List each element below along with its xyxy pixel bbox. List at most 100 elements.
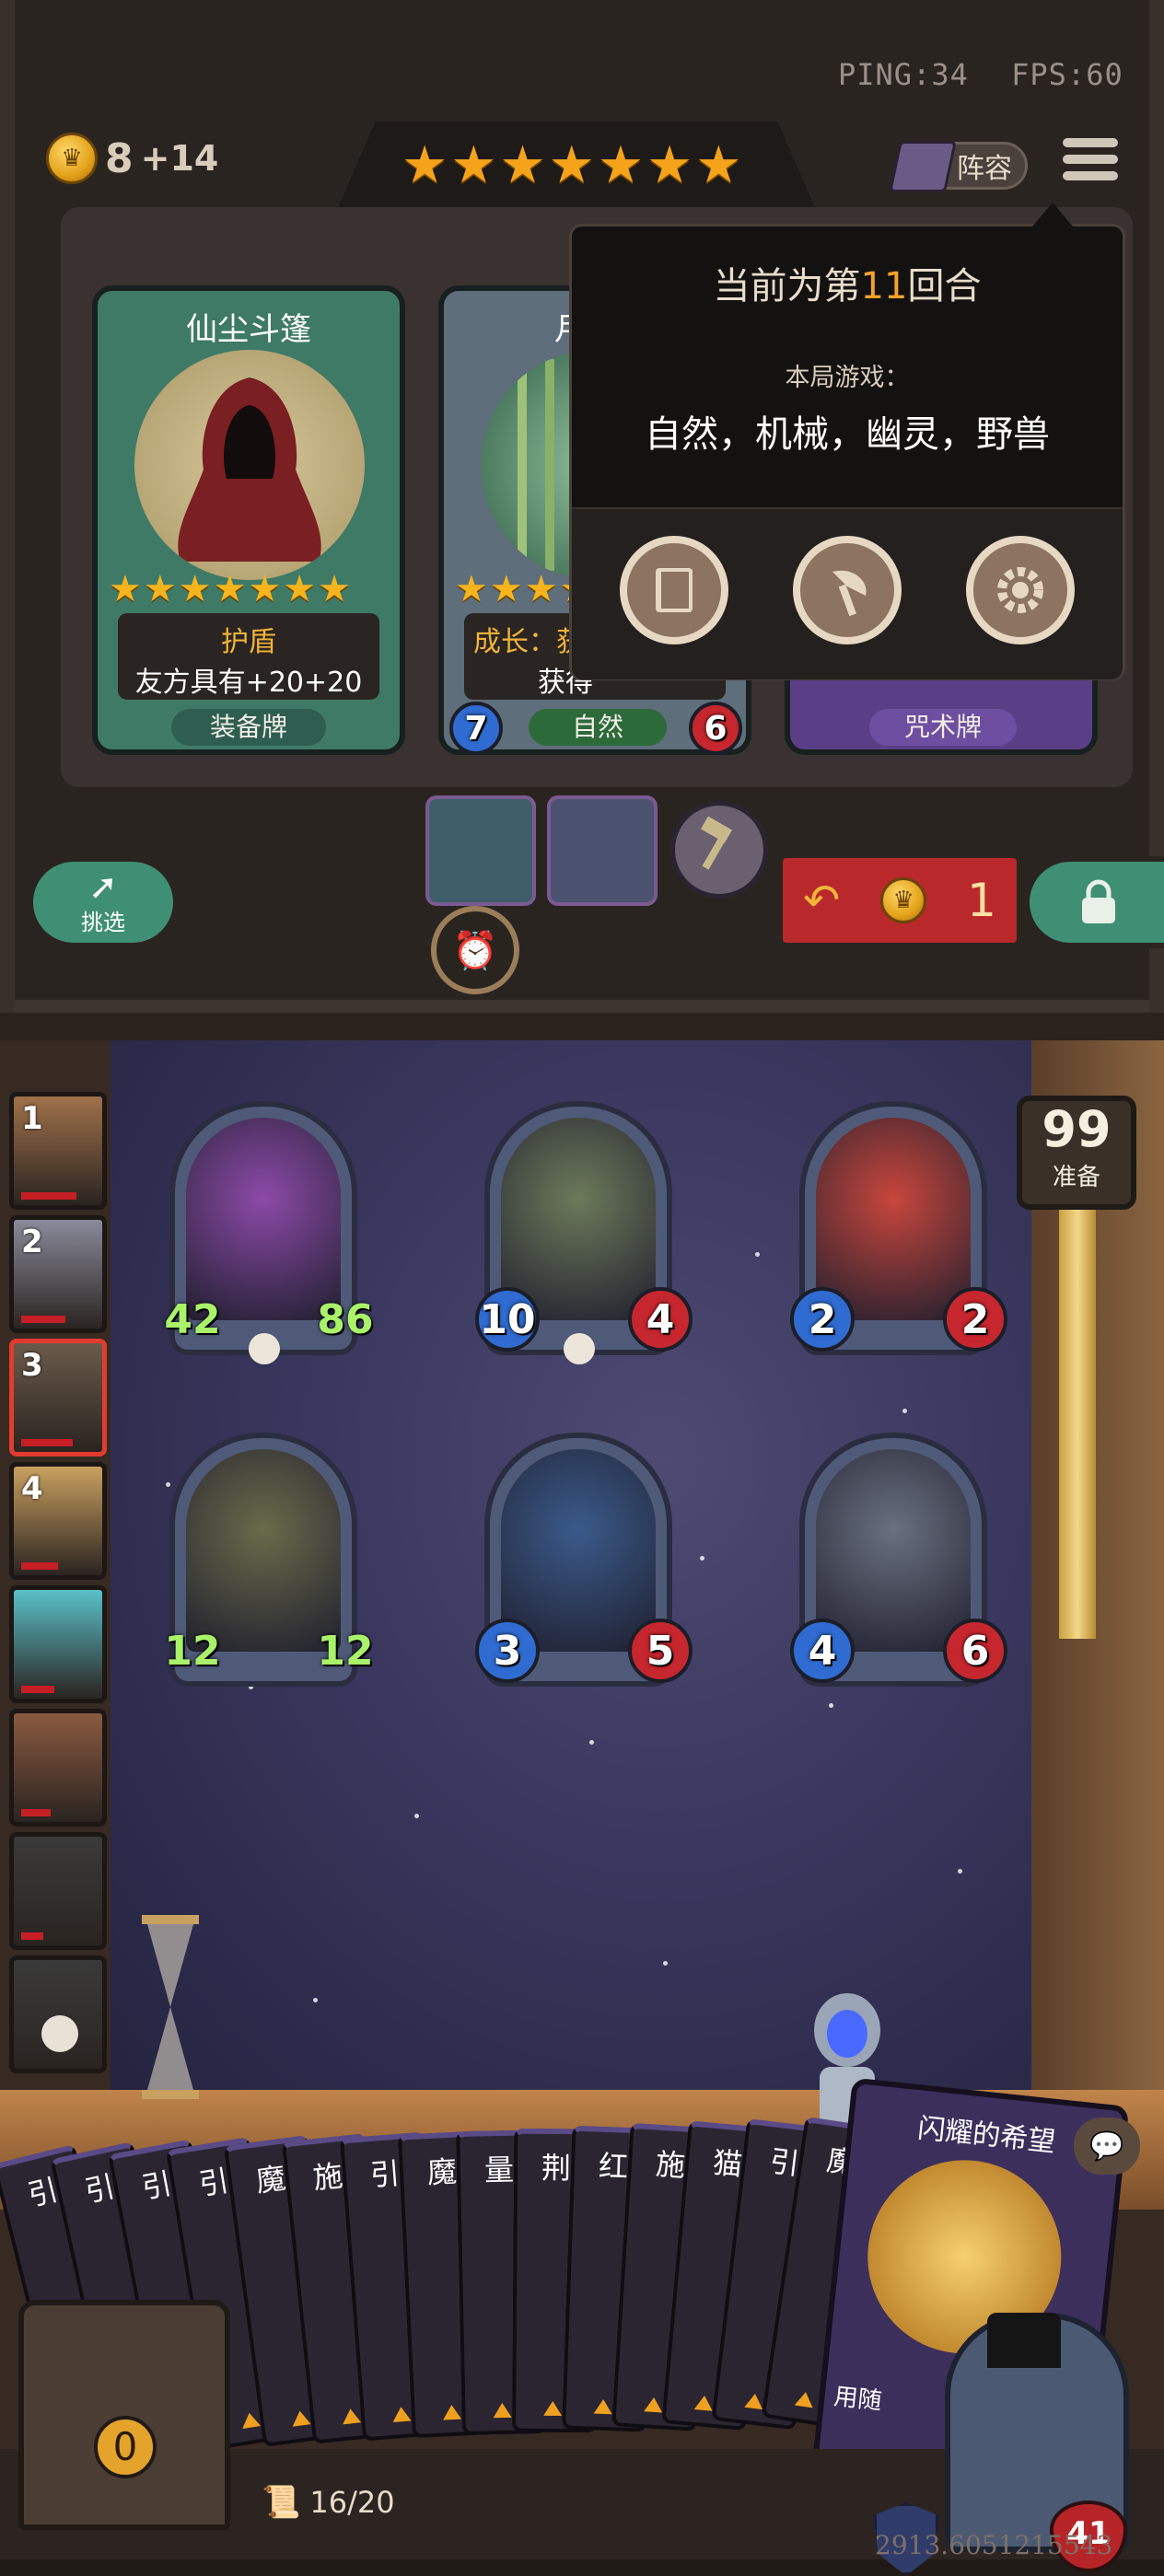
- card-type-tag: 咒术牌: [869, 709, 1017, 746]
- menu-button[interactable]: [1063, 138, 1118, 190]
- star-icon: ★: [455, 568, 488, 610]
- star-icon: ★: [248, 568, 282, 610]
- unit-portrait: [186, 1449, 341, 1652]
- game-label: 本局游戏：: [785, 364, 910, 392]
- chest-count: 0: [94, 2416, 157, 2478]
- board-unit-witch[interactable]: 10 4: [475, 1101, 693, 1364]
- star-speck: [663, 1961, 668, 1966]
- board-unit-grin[interactable]: 22: [790, 1101, 1007, 1355]
- star-speck: [700, 1556, 704, 1561]
- rank-slot[interactable]: [9, 1955, 107, 2073]
- star-speck: [755, 1252, 760, 1257]
- hand-card-tier-marker: [693, 2395, 715, 2411]
- castle-cloud-chip[interactable]: [547, 795, 658, 906]
- prep-count: 99: [1042, 1100, 1112, 1158]
- unit-attack: 4: [790, 1619, 855, 1683]
- rank-health-bar: [21, 1809, 51, 1816]
- arrow-up-right-icon: ➚: [88, 865, 118, 907]
- rank-slot[interactable]: [9, 1585, 107, 1703]
- unit-portrait: [816, 1449, 971, 1652]
- star-speck: [313, 1998, 318, 2002]
- tool-button[interactable]: [793, 536, 902, 644]
- timer-button[interactable]: ⏰: [431, 906, 519, 994]
- star-speck: [166, 1482, 170, 1487]
- top-hat-icon: [987, 2313, 1061, 2368]
- star-speck: [902, 1409, 907, 1413]
- rank-health-bar: [21, 1316, 65, 1323]
- pick-button[interactable]: ➚ 挑选: [28, 856, 179, 948]
- star-icon: ★: [213, 568, 247, 610]
- rank-slot[interactable]: 1: [9, 1092, 107, 1210]
- board-unit-knight[interactable]: 46: [790, 1433, 1007, 1687]
- card-title: 仙尘斗篷: [186, 311, 311, 348]
- crown-coin-icon: ♛: [46, 133, 98, 184]
- unit-health: 2: [943, 1287, 1007, 1352]
- shop-card-1[interactable]: 仙尘斗篷 ★ ★ ★ ★ ★ ★ ★ 护盾 友方具有+20+20 装备牌: [92, 285, 405, 755]
- card-attack: 7: [449, 702, 503, 755]
- star-icon: ★: [402, 135, 448, 195]
- hammer-token[interactable]: [670, 801, 768, 899]
- star-speck: [414, 1814, 419, 1818]
- brass-pipe: [1059, 1197, 1096, 1639]
- hand-card-tier-marker: [239, 2411, 262, 2430]
- skull-icon: [41, 2015, 78, 2052]
- unit-attack: 3: [475, 1619, 540, 1683]
- unit-portrait: [501, 1449, 656, 1652]
- battle-board: 1234 99 准备 42 86 10 4 2 2 12 12 3 5 4 6 引引引引魔施引魔量荆红…: [0, 1013, 1164, 2576]
- star-icon: ★: [143, 568, 177, 610]
- gear-icon: [997, 567, 1043, 613]
- star-icon: ★: [450, 135, 497, 195]
- rank-slot[interactable]: [9, 1709, 107, 1827]
- settings-button[interactable]: [966, 536, 1075, 644]
- star-icon: ★: [597, 135, 645, 195]
- skull-icon: [564, 1333, 595, 1364]
- rank-slot[interactable]: 2: [9, 1215, 107, 1333]
- hand-card-tier-marker: [593, 2398, 613, 2415]
- unit-health: 4: [628, 1287, 693, 1352]
- hand-card-tier-marker: [493, 2402, 512, 2419]
- star-icon: ★: [318, 568, 352, 610]
- skull-icon: [249, 1333, 280, 1364]
- lock-shop-button[interactable]: [1024, 856, 1164, 948]
- card-stars: ★★★★★★★: [109, 571, 351, 608]
- rank-health-bar: [21, 1439, 73, 1446]
- ping-text: PING:34: [838, 57, 969, 92]
- hooded-cloak-icon: [178, 377, 321, 562]
- lock-icon: [1082, 879, 1115, 923]
- lantern-house-chip[interactable]: [425, 795, 536, 906]
- round-info-popup: 当前为第11回合 本局游戏： 自然，机械，幽灵，野兽: [569, 203, 1125, 680]
- refresh-button[interactable]: ↶ ♛ 1: [777, 853, 1022, 948]
- debug-readout: 2913.6051215543: [875, 2530, 1113, 2560]
- codex-button[interactable]: [620, 536, 728, 644]
- rank-slot[interactable]: 3: [9, 1339, 107, 1456]
- board-unit-imp[interactable]: 35: [475, 1433, 693, 1687]
- gold-income: +14: [140, 138, 219, 179]
- unit-portrait: [501, 1118, 656, 1320]
- refresh-arrow-icon: ↶: [802, 875, 841, 926]
- unit-health: 6: [943, 1619, 1007, 1683]
- card-portrait: [134, 350, 365, 580]
- treasure-chest[interactable]: 0: [18, 2300, 230, 2530]
- deck-count: 16/20: [309, 2485, 395, 2520]
- rank-slot[interactable]: 4: [9, 1462, 107, 1580]
- hand-card-tier-marker: [442, 2404, 462, 2420]
- star-icon: ★: [178, 568, 212, 610]
- card-stack-icon: [889, 141, 957, 192]
- rank-health-bar: [21, 1686, 54, 1693]
- rank-number: 2: [21, 1224, 43, 1260]
- board-unit-mushroom-spider[interactable]: 12 12: [164, 1433, 374, 1687]
- chat-bubble-icon: 💬: [1089, 2129, 1124, 2163]
- rank-number: 3: [21, 1347, 43, 1384]
- lineup-button[interactable]: 阵容: [889, 141, 1028, 192]
- star-icon: ★: [646, 135, 693, 195]
- board-unit-plant[interactable]: 42 86: [164, 1101, 374, 1364]
- chat-button[interactable]: 💬: [1074, 2118, 1140, 2175]
- rank-health-bar: [21, 1932, 43, 1940]
- unit-attack: 10: [475, 1287, 540, 1352]
- rank-health-bar: [21, 1562, 58, 1570]
- rank-slot[interactable]: [9, 1832, 107, 1950]
- unit-attack: 12: [164, 1627, 221, 1675]
- hourglass-icon: [138, 1915, 203, 2099]
- hand-card-tier-marker: [794, 2390, 815, 2408]
- star-speck: [589, 1740, 594, 1745]
